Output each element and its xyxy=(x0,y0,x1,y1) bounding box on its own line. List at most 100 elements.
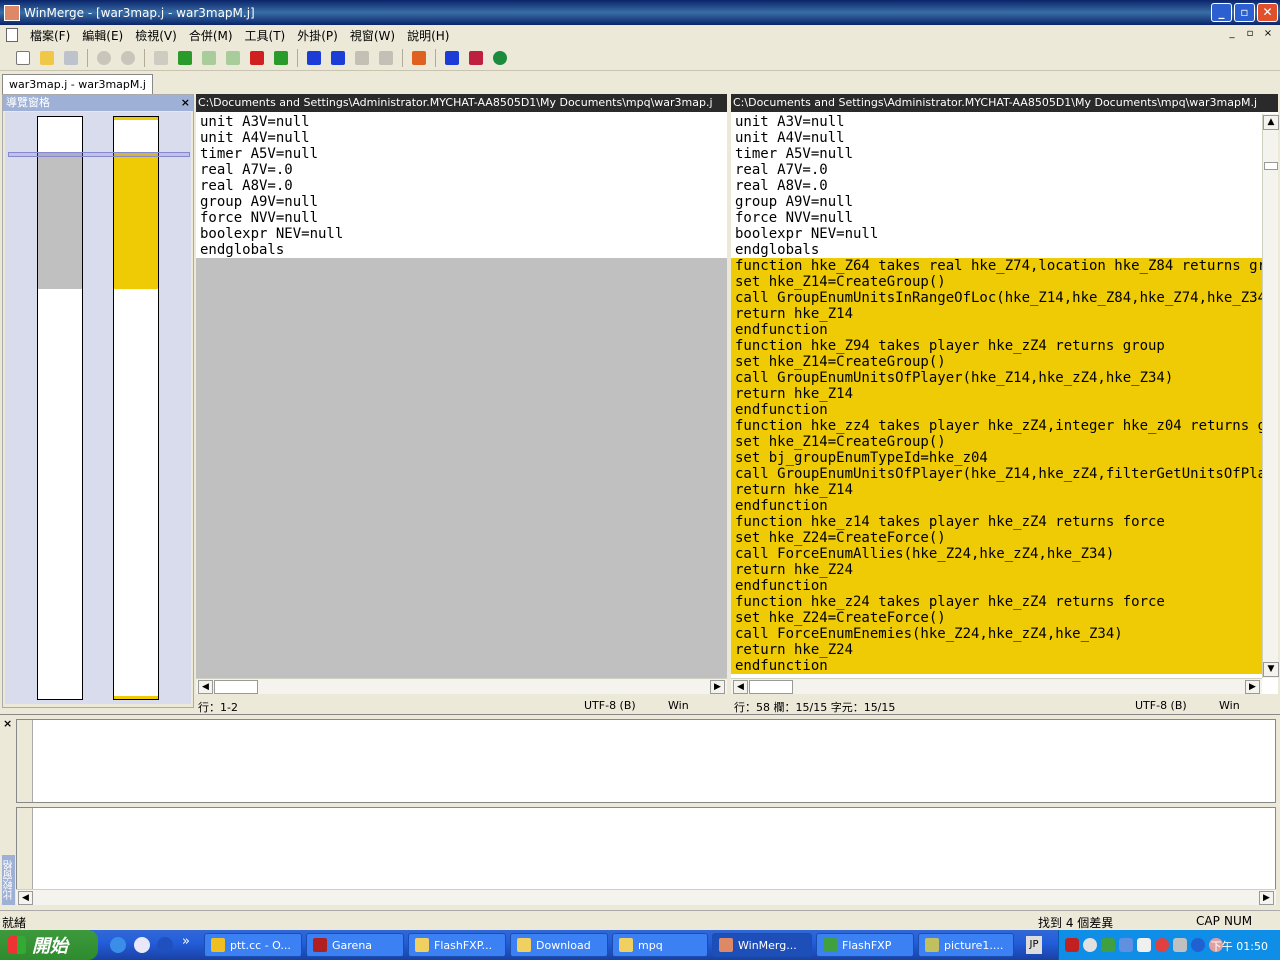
tray-display-icon[interactable] xyxy=(1137,938,1151,952)
copy-left-advance-icon[interactable] xyxy=(375,47,397,69)
code-line[interactable]: timer A5V=null xyxy=(196,146,727,162)
scroll-left-arrow-icon[interactable]: ◀ xyxy=(18,891,33,905)
location-pane-close-button[interactable]: × xyxy=(181,95,190,111)
taskbar-button[interactable]: picture1.... xyxy=(918,933,1014,957)
code-line[interactable]: real A7V=.0 xyxy=(196,162,727,178)
detail-left-text[interactable] xyxy=(16,719,1276,803)
tray-app-icon[interactable] xyxy=(1065,938,1079,952)
code-line[interactable]: unit A4V=null xyxy=(731,130,1262,146)
diff-line[interactable]: return hke_Z14 xyxy=(731,386,1262,402)
code-line[interactable]: real A8V=.0 xyxy=(196,178,727,194)
tray-update-icon[interactable] xyxy=(1191,938,1205,952)
mdi-restore-button[interactable]: ▫ xyxy=(1242,27,1258,41)
new-icon[interactable] xyxy=(12,47,34,69)
taskbar-button[interactable]: mpq xyxy=(612,933,708,957)
left-text-area[interactable]: unit A3V=null unit A4V=null timer A5V=null… xyxy=(196,114,727,678)
language-indicator[interactable]: JP xyxy=(1026,936,1042,954)
code-line[interactable]: force NVV=null xyxy=(196,210,727,226)
save-icon[interactable] xyxy=(60,47,82,69)
code-line[interactable]: real A7V=.0 xyxy=(731,162,1262,178)
right-location-bar[interactable] xyxy=(113,116,159,700)
menu-window[interactable]: 視窗(W) xyxy=(344,27,401,44)
scroll-up-arrow-icon[interactable]: ▲ xyxy=(1263,115,1279,130)
diff-line[interactable]: return hke_Z24 xyxy=(731,642,1262,658)
left-horizontal-scrollbar[interactable]: ◀ ▶ xyxy=(196,678,727,694)
code-line[interactable]: group A9V=null xyxy=(731,194,1262,210)
mdi-close-button[interactable]: × xyxy=(1260,27,1276,41)
left-location-bar[interactable] xyxy=(37,116,83,700)
all-right-icon[interactable] xyxy=(408,47,430,69)
diff-line[interactable]: endfunction xyxy=(731,498,1262,514)
right-horizontal-scrollbar[interactable]: ◀ ▶ xyxy=(731,678,1262,694)
close-button[interactable]: ✕ xyxy=(1257,3,1278,22)
code-line[interactable]: unit A4V=null xyxy=(196,130,727,146)
diff-line[interactable]: function hke_Z64 takes real hke_Z74,loca… xyxy=(731,258,1262,274)
code-line[interactable]: unit A3V=null xyxy=(731,114,1262,130)
taskbar-button[interactable]: Download xyxy=(510,933,608,957)
tray-messenger-icon[interactable] xyxy=(1101,938,1115,952)
tray-network-icon[interactable] xyxy=(1119,938,1133,952)
diff-line[interactable]: return hke_Z24 xyxy=(731,562,1262,578)
diff-line[interactable]: set hke_Z24=CreateForce() xyxy=(731,530,1262,546)
diff-line[interactable]: function hke_zz4 takes player hke_zZ4,in… xyxy=(731,418,1262,434)
diff-line[interactable]: set hke_Z14=CreateGroup() xyxy=(731,354,1262,370)
start-button[interactable]: 開始 xyxy=(0,930,98,960)
clock[interactable]: 下午 01:50 xyxy=(1211,938,1268,954)
all-left-icon[interactable] xyxy=(441,47,463,69)
diff-line[interactable]: endfunction xyxy=(731,578,1262,594)
menu-file[interactable]: 檔案(F) xyxy=(24,27,76,44)
maximize-button[interactable]: ▫ xyxy=(1234,3,1255,22)
tray-record-icon[interactable] xyxy=(1155,938,1169,952)
diff-line[interactable]: function hke_z24 takes player hke_zZ4 re… xyxy=(731,594,1262,610)
quicklaunch-overflow[interactable]: » xyxy=(182,934,190,949)
menu-tools[interactable]: 工具(T) xyxy=(239,27,292,44)
diff-line[interactable]: call GroupEnumUnitsOfPlayer(hke_Z14,hke_… xyxy=(731,466,1262,482)
code-line[interactable]: boolexpr NEV=null xyxy=(731,226,1262,242)
diff-line[interactable]: call ForceEnumEnemies(hke_Z24,hke_zZ4,hk… xyxy=(731,626,1262,642)
document-icon[interactable] xyxy=(6,28,18,42)
diff-line[interactable]: set hke_Z14=CreateGroup() xyxy=(731,274,1262,290)
code-line[interactable]: boolexpr NEV=null xyxy=(196,226,727,242)
taskbar-button[interactable]: Garena xyxy=(306,933,404,957)
menu-view[interactable]: 檢視(V) xyxy=(129,27,183,44)
menu-plugins[interactable]: 外掛(P) xyxy=(291,27,344,44)
last-diff-icon[interactable] xyxy=(270,47,292,69)
refresh-icon[interactable] xyxy=(489,47,511,69)
diff-line[interactable]: endfunction xyxy=(731,402,1262,418)
detail-horizontal-scrollbar[interactable]: ◀ ▶ xyxy=(16,889,1276,905)
detail-pane-close-button[interactable]: × xyxy=(3,717,12,730)
location-pane-body[interactable] xyxy=(5,112,191,704)
scroll-right-arrow-icon[interactable]: ▶ xyxy=(710,680,725,694)
diff-line[interactable]: endfunction xyxy=(731,322,1262,338)
diff-line[interactable]: call GroupEnumUnitsInRangeOfLoc(hke_Z14,… xyxy=(731,290,1262,306)
menu-merge[interactable]: 合併(M) xyxy=(183,27,239,44)
scroll-down-arrow-icon[interactable]: ▼ xyxy=(1263,662,1279,677)
ie-icon[interactable] xyxy=(110,937,126,953)
diff-line[interactable]: endfunction xyxy=(731,658,1262,674)
code-line[interactable]: unit A3V=null xyxy=(196,114,727,130)
scroll-left-arrow-icon[interactable]: ◀ xyxy=(198,680,213,694)
scroll-thumb[interactable] xyxy=(214,680,258,694)
next-diff-icon[interactable] xyxy=(174,47,196,69)
taskbar-button[interactable]: FlashFXP xyxy=(816,933,914,957)
diff-line[interactable]: function hke_Z94 takes player hke_zZ4 re… xyxy=(731,338,1262,354)
code-line[interactable]: group A9V=null xyxy=(196,194,727,210)
media-player-icon[interactable] xyxy=(157,937,173,953)
diff-line[interactable]: set hke_Z24=CreateForce() xyxy=(731,610,1262,626)
taskbar-button[interactable]: ptt.cc - O... xyxy=(204,933,302,957)
volume-icon[interactable] xyxy=(1173,938,1187,952)
scroll-left-arrow-icon[interactable]: ◀ xyxy=(733,680,748,694)
open-folder-icon[interactable] xyxy=(36,47,58,69)
scroll-right-arrow-icon[interactable]: ▶ xyxy=(1245,680,1260,694)
swap-panes-icon[interactable] xyxy=(465,47,487,69)
code-line[interactable]: force NVV=null xyxy=(731,210,1262,226)
copy-to-left-icon[interactable] xyxy=(327,47,349,69)
first-diff-icon[interactable] xyxy=(222,47,244,69)
menu-edit[interactable]: 編輯(E) xyxy=(76,27,129,44)
copy-right-advance-icon[interactable] xyxy=(351,47,373,69)
desktop-icon[interactable] xyxy=(134,937,150,953)
options-icon[interactable] xyxy=(150,47,172,69)
code-line[interactable]: real A8V=.0 xyxy=(731,178,1262,194)
vertical-scroll-thumb[interactable] xyxy=(1264,162,1278,170)
diff-line[interactable]: return hke_Z14 xyxy=(731,306,1262,322)
